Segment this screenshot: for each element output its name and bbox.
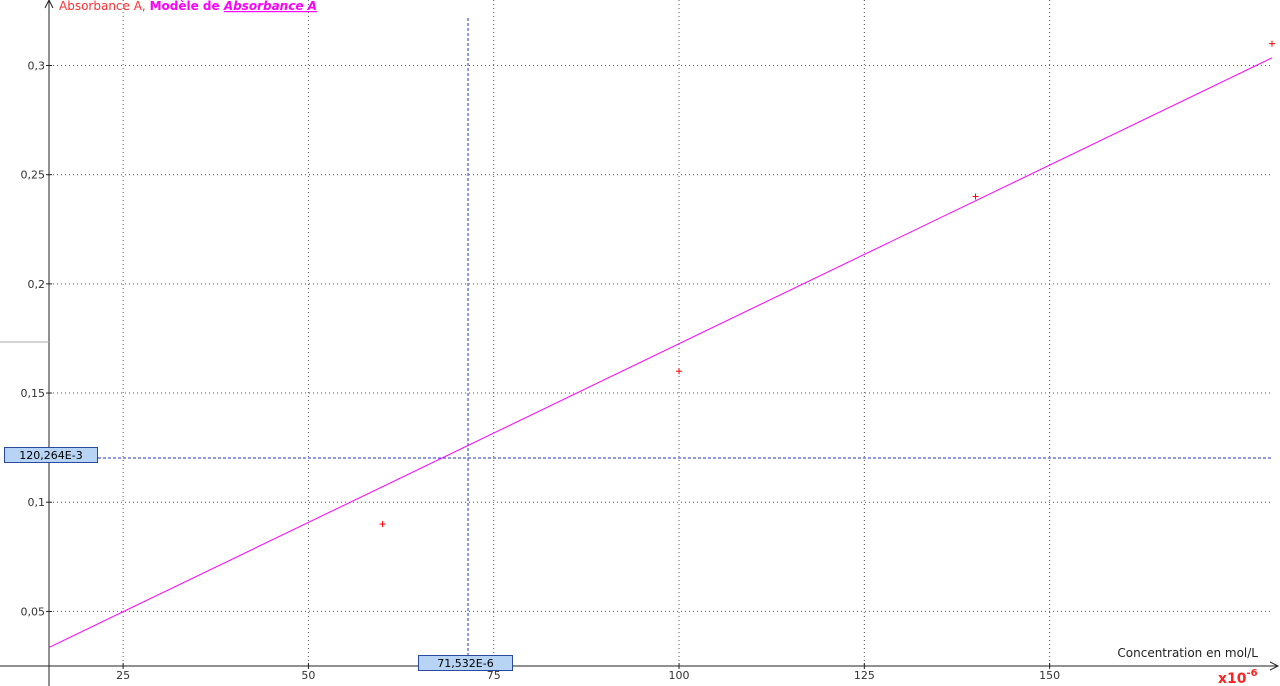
cursor-lines — [98, 18, 1272, 668]
x-tick-label: 150 — [1039, 669, 1060, 682]
x-tick-label: 50 — [301, 669, 315, 682]
series — [48, 40, 1275, 648]
x-tick-label: 25 — [116, 669, 130, 682]
x-tick-label: 100 — [669, 669, 690, 682]
axes — [0, 0, 1280, 686]
x-multiplier-base: x10 — [1218, 671, 1247, 686]
data-point — [676, 368, 683, 375]
x-multiplier: x10-6 — [1218, 668, 1258, 686]
y-tick-label: 0,05 — [21, 605, 46, 618]
x-axis-label: Concentration en mol/L — [1117, 646, 1258, 660]
y-tick-label: 0,1 — [28, 496, 46, 509]
y-tick-label: 0,15 — [21, 387, 46, 400]
x-cursor-readout[interactable]: 71,532E-6 — [418, 655, 514, 671]
title-part-3: Absorbance A — [223, 0, 317, 13]
y-tick-label: 0,2 — [28, 278, 46, 291]
title-part-2: Modèle de — [150, 0, 224, 13]
data-point — [1269, 40, 1275, 47]
x-tick-label: 125 — [854, 669, 875, 682]
y-tick-label: 0,25 — [21, 169, 46, 182]
data-point — [379, 521, 386, 528]
chart-title: Absorbance A, Modèle de Absorbance A — [59, 0, 317, 13]
data-point — [972, 193, 979, 200]
y-cursor-readout[interactable]: 120,264E-3 — [4, 446, 98, 463]
grid — [49, 0, 1272, 666]
model-fit-line — [48, 57, 1273, 648]
absorbance-chart[interactable]: 25 50 75 100 125 1500,050,10,150,20,250,3 Abs… — [0, 0, 1280, 686]
y-tick-label: 0,3 — [28, 60, 46, 73]
tick-labels: 25 50 75 100 125 1500,050,10,150,20,250,3 — [21, 60, 1061, 682]
title-part-1: Absorbance A, — [59, 0, 150, 13]
x-multiplier-exponent: -6 — [1247, 668, 1258, 679]
